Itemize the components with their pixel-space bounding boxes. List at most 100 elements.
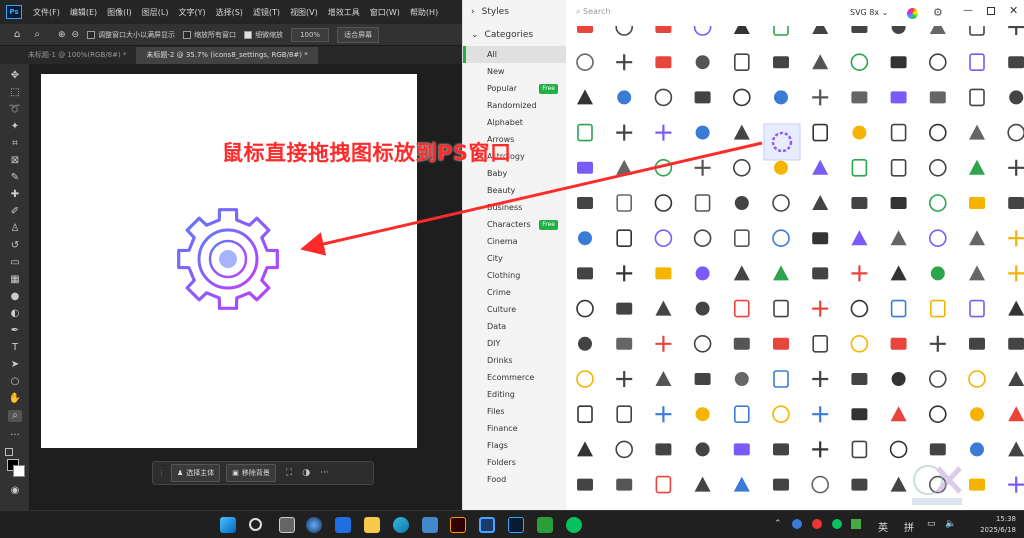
icon-tile-icon[interactable] <box>616 478 633 491</box>
zoom-all-checkbox[interactable]: 缩放所有窗口 <box>183 30 236 40</box>
tray-app3-icon[interactable] <box>851 519 861 529</box>
icon-tile-icon[interactable] <box>733 88 751 107</box>
icon-tile-icon[interactable] <box>929 26 946 34</box>
icon-tile-icon[interactable] <box>928 194 947 212</box>
ps-menu-item[interactable]: 帮助(H) <box>405 7 443 18</box>
select-subject-button[interactable]: ♟ 选择主体 <box>171 464 221 482</box>
icon-tile-icon[interactable] <box>695 442 710 457</box>
icon-tile-icon[interactable] <box>851 26 868 33</box>
icon-tile-icon[interactable] <box>851 408 868 421</box>
icon-tile-icon[interactable] <box>969 26 985 36</box>
icon-tile-icon[interactable] <box>616 159 633 175</box>
icon-tile-icon[interactable] <box>891 372 906 386</box>
tray-wechat-icon[interactable] <box>832 519 842 529</box>
icon-tile-icon[interactable] <box>695 301 710 316</box>
icon-tile-icon[interactable] <box>654 159 673 177</box>
icon-tile-icon[interactable] <box>773 370 789 388</box>
icon-tile-icon[interactable] <box>693 334 712 353</box>
icon-tile-icon[interactable] <box>774 90 788 105</box>
icon-tile-icon[interactable] <box>928 53 947 72</box>
file-explorer-icon[interactable] <box>364 517 380 533</box>
icon-tile-icon[interactable] <box>772 229 790 247</box>
icon-tile-icon[interactable] <box>1008 300 1024 316</box>
icon-tile-icon[interactable] <box>577 161 593 174</box>
icon-tile-icon[interactable] <box>812 89 829 106</box>
icon-tile-icon[interactable] <box>694 373 711 385</box>
icon-tile-icon[interactable] <box>734 372 749 386</box>
app-green-icon[interactable] <box>537 517 553 533</box>
icon-tile-icon[interactable] <box>812 406 829 423</box>
icon-tile-icon[interactable] <box>1008 26 1024 35</box>
dodge-tool-icon[interactable]: ◐ <box>8 308 22 320</box>
icon-tile-icon[interactable] <box>969 299 985 318</box>
ps-menu-item[interactable]: 窗口(W) <box>365 7 405 18</box>
ime-pinyin-indicator[interactable]: 拼 <box>904 519 914 534</box>
shape-tool-icon[interactable]: ○ <box>8 376 22 388</box>
icon-tile-icon[interactable] <box>655 300 672 316</box>
more-tools-icon[interactable]: ··· <box>8 430 22 442</box>
more-options-button[interactable]: ··· <box>320 468 329 478</box>
icon-tile-icon[interactable] <box>1008 230 1024 247</box>
icon-tile-icon[interactable] <box>1007 123 1024 142</box>
icon-tile-icon[interactable] <box>773 443 789 456</box>
icon-tile-icon[interactable] <box>655 267 672 280</box>
zoom-tool-side-icon[interactable]: ⌕ <box>8 410 22 422</box>
icon-tile-icon[interactable] <box>1008 337 1024 350</box>
icon-tile-icon[interactable] <box>655 443 672 456</box>
icon-tile-icon[interactable] <box>694 476 711 492</box>
close-icon[interactable]: ✕ <box>1009 4 1018 17</box>
icon-tile-icon[interactable] <box>616 371 633 387</box>
drag-handle-icon[interactable]: ⋮ <box>158 469 165 477</box>
icon-tile-icon[interactable] <box>970 407 984 422</box>
icon-tile-icon[interactable] <box>577 26 593 33</box>
icon-tile-icon[interactable] <box>890 337 907 350</box>
background-color-swatch[interactable] <box>13 465 25 477</box>
history-brush-tool-icon[interactable]: ↺ <box>8 240 22 252</box>
icon-tile-icon[interactable] <box>1008 197 1024 209</box>
blur-tool-icon[interactable]: ● <box>8 291 22 303</box>
pen-tool-icon[interactable]: ✒ <box>8 325 22 337</box>
categories-toggle[interactable]: ⌄ Categories <box>463 24 566 46</box>
resize-windows-checkbox[interactable]: 调整窗口大小以满屏显示 <box>87 30 175 40</box>
ps-canvas[interactable] <box>41 74 417 448</box>
icon-tile-icon[interactable] <box>654 229 673 247</box>
icon-tile-icon[interactable] <box>970 442 984 457</box>
icon-tile-icon[interactable] <box>693 26 712 36</box>
icon-tile-icon[interactable] <box>812 195 829 210</box>
icon-tile-icon[interactable] <box>928 229 947 247</box>
icon-tile-icon[interactable] <box>969 53 985 72</box>
crop-tool-icon[interactable]: ⌗ <box>8 138 22 150</box>
icon-tile-icon[interactable] <box>889 440 908 459</box>
icon-tile-icon[interactable] <box>616 265 633 282</box>
icon-tile-icon[interactable] <box>812 441 829 458</box>
category-item-alphabet[interactable]: Alphabet <box>463 114 566 131</box>
icon-tile-icon[interactable] <box>577 267 593 280</box>
icon-tile-icon[interactable] <box>616 124 633 141</box>
icon-tile-icon[interactable] <box>695 125 710 140</box>
stamp-tool-icon[interactable]: ♙ <box>8 223 22 235</box>
zoom-out-icon[interactable]: ⊖ <box>72 30 80 40</box>
icon-tile-icon[interactable] <box>616 302 633 315</box>
search-input[interactable]: ⌕ Search <box>576 7 611 17</box>
gradient-tool-icon[interactable]: ▦ <box>8 274 22 286</box>
icon-tile-icon[interactable] <box>773 299 789 318</box>
icon-tile-icon[interactable] <box>616 54 633 71</box>
icon-tile-icon[interactable] <box>655 124 672 141</box>
adjust-icon[interactable]: ◑ <box>302 468 310 478</box>
zoom-tool-icon[interactable]: ⌕ <box>34 29 40 40</box>
icon-tile-icon[interactable] <box>1008 265 1024 282</box>
icon-tile-icon[interactable] <box>969 230 985 246</box>
icon-tile-icon[interactable] <box>772 194 790 212</box>
icon-tile-icon[interactable] <box>811 475 829 494</box>
icon-tile-icon[interactable] <box>1008 476 1024 493</box>
icon-tile-icon[interactable] <box>615 440 634 459</box>
icon-tile-icon[interactable] <box>577 89 593 105</box>
category-item-all[interactable]: All <box>463 46 566 63</box>
icon-tile-icon[interactable] <box>812 267 829 280</box>
icon-tile-icon[interactable] <box>969 159 985 175</box>
icon-tile-icon[interactable] <box>890 56 907 69</box>
icon-tile-icon[interactable] <box>616 405 633 424</box>
icon-tile-icon[interactable] <box>734 53 750 72</box>
category-item-characters[interactable]: Characters Free <box>463 216 566 233</box>
icon-tile-icon[interactable] <box>773 56 789 69</box>
